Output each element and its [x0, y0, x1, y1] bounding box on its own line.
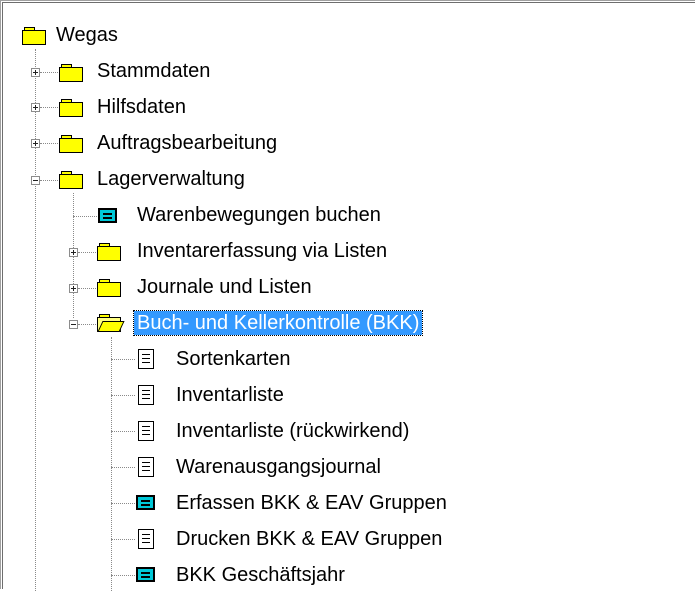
tree-item-inventarerfassung-via-listen[interactable]: Inventarerfassung via Listen	[137, 239, 387, 263]
tree-connector	[40, 107, 58, 108]
tree-item-sortenkarten[interactable]: Sortenkarten	[176, 347, 291, 371]
tree-item-inventarliste-rueckwirkend[interactable]: Inventarliste (rückwirkend)	[176, 419, 409, 443]
tree-connector	[78, 252, 96, 253]
tree-item-drucken-bkk-eav-gruppen[interactable]: Drucken BKK & EAV Gruppen	[176, 527, 442, 551]
expand-icon[interactable]	[69, 284, 78, 293]
folder-icon	[59, 134, 83, 153]
tree-connector	[111, 467, 135, 468]
expand-icon[interactable]	[69, 248, 78, 257]
folder-icon	[59, 63, 83, 82]
tree-item-warenbewegungen-buchen[interactable]: Warenbewegungen buchen	[137, 203, 381, 227]
expand-icon[interactable]	[31, 103, 40, 112]
open-folder-icon	[97, 313, 125, 332]
tree-item-auftragsbearbeitung[interactable]: Auftragsbearbeitung	[97, 131, 277, 155]
report-icon	[138, 385, 154, 405]
tree-connector	[111, 431, 135, 432]
tree-connector	[111, 395, 135, 396]
tree-connector	[111, 539, 135, 540]
report-icon	[138, 421, 154, 441]
tree-connector	[78, 324, 96, 325]
tree-item-buch-und-kellerkontrolle[interactable]: Buch- und Kellerkontrolle (BKK)	[132, 310, 424, 336]
tree-connector	[40, 180, 58, 181]
tree-item-lagerverwaltung[interactable]: Lagerverwaltung	[97, 167, 245, 191]
form-icon	[136, 495, 155, 510]
expand-icon[interactable]	[31, 68, 40, 77]
tree-connector	[111, 575, 135, 576]
tree-panel: Wegas Stammdaten Hilfsdaten Auftragsbear…	[0, 0, 695, 591]
tree-connector	[111, 503, 135, 504]
form-icon	[98, 208, 117, 223]
report-icon	[138, 529, 154, 549]
form-icon	[136, 567, 155, 582]
folder-icon	[59, 170, 83, 189]
tree-item-hilfsdaten[interactable]: Hilfsdaten	[97, 95, 186, 119]
tree-connector	[78, 288, 96, 289]
folder-icon	[22, 26, 46, 45]
tree-item-stammdaten[interactable]: Stammdaten	[97, 59, 210, 83]
tree-connector	[111, 359, 135, 360]
folder-icon	[59, 98, 83, 117]
tree-connector	[73, 216, 97, 217]
tree-item-warenausgangsjournal[interactable]: Warenausgangsjournal	[176, 455, 381, 479]
collapse-icon[interactable]	[69, 320, 78, 329]
tree-item-inventarliste[interactable]: Inventarliste	[176, 383, 284, 407]
collapse-icon[interactable]	[31, 176, 40, 185]
tree-connector	[35, 49, 36, 591]
expand-icon[interactable]	[31, 139, 40, 148]
tree-connector	[40, 72, 58, 73]
tree-connector	[111, 337, 112, 591]
report-icon	[138, 349, 154, 369]
tree-item-bkk-geschaeftsjahr[interactable]: BKK Geschäftsjahr	[176, 563, 345, 587]
tree-item-erfassen-bkk-eav-gruppen[interactable]: Erfassen BKK & EAV Gruppen	[176, 491, 447, 515]
folder-icon	[97, 278, 121, 297]
tree-item-journale-und-listen[interactable]: Journale und Listen	[137, 275, 312, 299]
report-icon	[138, 457, 154, 477]
folder-icon	[97, 242, 121, 261]
tree-connector	[40, 143, 58, 144]
tree-item-wegas[interactable]: Wegas	[56, 23, 118, 47]
